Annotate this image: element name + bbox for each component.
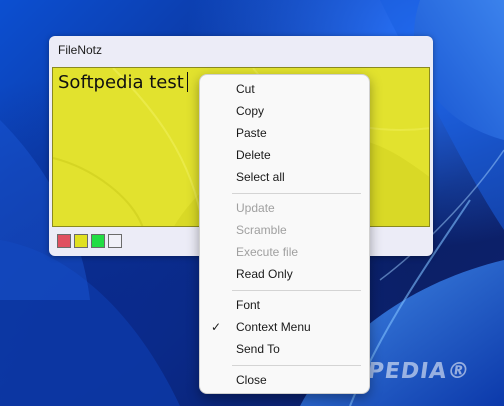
menu-item-scramble[interactable]: Scramble xyxy=(204,220,365,240)
menu-separator xyxy=(232,290,361,291)
note-content[interactable]: Softpedia test xyxy=(58,72,188,93)
menu-item-close[interactable]: Close xyxy=(204,370,365,390)
swatch-green[interactable] xyxy=(91,234,105,248)
window-title: FileNotz xyxy=(58,43,103,57)
menu-item-update[interactable]: Update xyxy=(204,198,365,218)
text-caret xyxy=(186,72,188,92)
menu-separator xyxy=(232,365,361,366)
menu-item-context-menu[interactable]: ✓ Context Menu xyxy=(204,317,365,337)
swatch-yellow[interactable] xyxy=(74,234,88,248)
menu-item-read-only[interactable]: Read Only xyxy=(204,264,365,284)
menu-item-delete[interactable]: Delete xyxy=(204,145,365,165)
checkmark-icon: ✓ xyxy=(211,320,222,334)
color-swatches xyxy=(57,234,122,248)
swatch-red[interactable] xyxy=(57,234,71,248)
menu-item-paste[interactable]: Paste xyxy=(204,123,365,143)
note-text-value: Softpedia test xyxy=(58,72,184,93)
menu-item-copy[interactable]: Copy xyxy=(204,101,365,121)
menu-item-font[interactable]: Font xyxy=(204,295,365,315)
menu-item-cut[interactable]: Cut xyxy=(204,79,365,99)
menu-item-execute-file[interactable]: Execute file xyxy=(204,242,365,262)
menu-item-select-all[interactable]: Select all xyxy=(204,167,365,187)
swatch-white[interactable] xyxy=(108,234,122,248)
menu-separator xyxy=(232,193,361,194)
menu-item-send-to[interactable]: Send To xyxy=(204,339,365,359)
context-menu: Cut Copy Paste Delete Select all Update … xyxy=(199,74,370,394)
